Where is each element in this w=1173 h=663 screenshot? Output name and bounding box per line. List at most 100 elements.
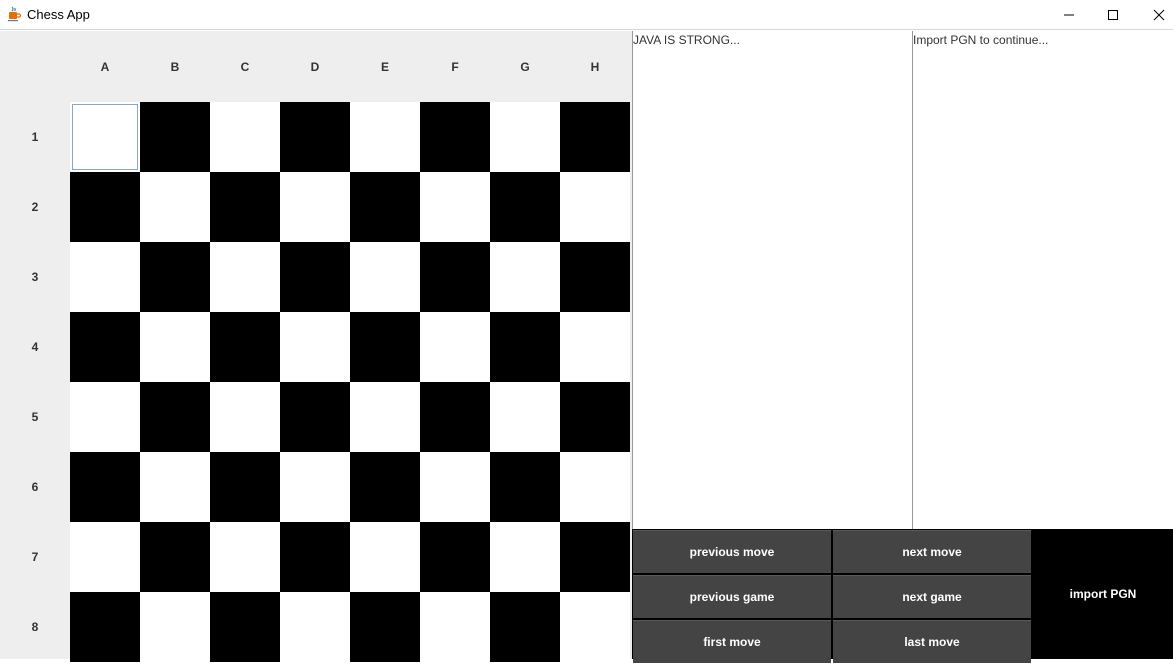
square-c3[interactable] bbox=[210, 242, 280, 312]
column-label-g: G bbox=[520, 59, 530, 74]
close-button[interactable] bbox=[1136, 0, 1173, 29]
maximize-button[interactable] bbox=[1090, 0, 1136, 29]
square-g2[interactable] bbox=[490, 172, 560, 242]
square-g6[interactable] bbox=[490, 452, 560, 522]
square-d5[interactable] bbox=[280, 382, 350, 452]
square-d1[interactable] bbox=[280, 102, 350, 172]
square-h7[interactable] bbox=[560, 522, 630, 592]
square-h2[interactable] bbox=[560, 172, 630, 242]
square-b2[interactable] bbox=[140, 172, 210, 242]
square-e4[interactable] bbox=[350, 312, 420, 382]
status-text: JAVA IS STRONG... bbox=[633, 33, 740, 47]
square-c5[interactable] bbox=[210, 382, 280, 452]
square-a7[interactable] bbox=[70, 522, 140, 592]
square-g1[interactable] bbox=[490, 102, 560, 172]
square-f7[interactable] bbox=[420, 522, 490, 592]
square-f8[interactable] bbox=[420, 592, 490, 662]
square-f6[interactable] bbox=[420, 452, 490, 522]
chess-board-grid bbox=[70, 102, 630, 662]
first-move-button[interactable]: first move bbox=[633, 620, 831, 663]
square-f2[interactable] bbox=[420, 172, 490, 242]
square-c2[interactable] bbox=[210, 172, 280, 242]
column-label-d: D bbox=[310, 59, 320, 74]
square-d8[interactable] bbox=[280, 592, 350, 662]
square-f1[interactable] bbox=[420, 102, 490, 172]
chess-board-panel: A B C D E F G H 1 2 3 4 5 6 7 8 bbox=[0, 31, 632, 662]
previous-game-button[interactable]: previous game bbox=[633, 575, 831, 618]
row-label-2: 2 bbox=[31, 200, 39, 214]
square-d6[interactable] bbox=[280, 452, 350, 522]
pgn-status-text: Import PGN to continue... bbox=[913, 33, 1049, 47]
column-label-b: B bbox=[170, 59, 180, 74]
column-label-e: E bbox=[380, 59, 389, 74]
import-pgn-button[interactable]: import PGN bbox=[1033, 529, 1173, 659]
square-h3[interactable] bbox=[560, 242, 630, 312]
square-e3[interactable] bbox=[350, 242, 420, 312]
column-label-c: C bbox=[240, 59, 250, 74]
controls-panel: previous move next move previous game ne… bbox=[632, 529, 1173, 663]
square-e6[interactable] bbox=[350, 452, 420, 522]
square-f3[interactable] bbox=[420, 242, 490, 312]
column-label-h: H bbox=[590, 59, 600, 74]
square-e8[interactable] bbox=[350, 592, 420, 662]
square-g5[interactable] bbox=[490, 382, 560, 452]
square-b1[interactable] bbox=[140, 102, 210, 172]
square-h4[interactable] bbox=[560, 312, 630, 382]
previous-move-button[interactable]: previous move bbox=[633, 530, 831, 573]
square-g4[interactable] bbox=[490, 312, 560, 382]
square-e7[interactable] bbox=[350, 522, 420, 592]
square-b3[interactable] bbox=[140, 242, 210, 312]
square-a2[interactable] bbox=[70, 172, 140, 242]
square-c7[interactable] bbox=[210, 522, 280, 592]
square-g7[interactable] bbox=[490, 522, 560, 592]
square-g8[interactable] bbox=[490, 592, 560, 662]
square-e5[interactable] bbox=[350, 382, 420, 452]
square-f5[interactable] bbox=[420, 382, 490, 452]
square-b4[interactable] bbox=[140, 312, 210, 382]
row-label-3: 3 bbox=[31, 270, 39, 284]
last-move-button[interactable]: last move bbox=[833, 620, 1031, 663]
square-b5[interactable] bbox=[140, 382, 210, 452]
minimize-button[interactable] bbox=[1046, 0, 1092, 29]
row-label-8: 8 bbox=[31, 620, 39, 634]
square-a6[interactable] bbox=[70, 452, 140, 522]
minimize-icon bbox=[1064, 14, 1074, 15]
square-a5[interactable] bbox=[70, 382, 140, 452]
title-bar: Chess App bbox=[0, 0, 1173, 30]
square-c6[interactable] bbox=[210, 452, 280, 522]
row-label-6: 6 bbox=[31, 480, 39, 494]
square-a4[interactable] bbox=[70, 312, 140, 382]
square-c1[interactable] bbox=[210, 102, 280, 172]
next-move-button[interactable]: next move bbox=[833, 530, 1031, 573]
square-e2[interactable] bbox=[350, 172, 420, 242]
close-icon bbox=[1153, 9, 1165, 20]
row-label-1: 1 bbox=[31, 130, 39, 144]
next-game-button[interactable]: next game bbox=[833, 575, 1031, 618]
square-f4[interactable] bbox=[420, 312, 490, 382]
square-d3[interactable] bbox=[280, 242, 350, 312]
square-h8[interactable] bbox=[560, 592, 630, 662]
square-d2[interactable] bbox=[280, 172, 350, 242]
square-a3[interactable] bbox=[70, 242, 140, 312]
java-cup-icon bbox=[6, 6, 22, 22]
row-label-5: 5 bbox=[31, 410, 39, 424]
square-d7[interactable] bbox=[280, 522, 350, 592]
row-label-7: 7 bbox=[31, 550, 39, 564]
square-b6[interactable] bbox=[140, 452, 210, 522]
square-d4[interactable] bbox=[280, 312, 350, 382]
square-h6[interactable] bbox=[560, 452, 630, 522]
square-c8[interactable] bbox=[210, 592, 280, 662]
square-b7[interactable] bbox=[140, 522, 210, 592]
square-h5[interactable] bbox=[560, 382, 630, 452]
window-title: Chess App bbox=[27, 7, 90, 22]
square-a1[interactable] bbox=[70, 102, 140, 172]
square-a8[interactable] bbox=[70, 592, 140, 662]
row-label-4: 4 bbox=[31, 340, 39, 354]
square-g3[interactable] bbox=[490, 242, 560, 312]
square-h1[interactable] bbox=[560, 102, 630, 172]
square-c4[interactable] bbox=[210, 312, 280, 382]
square-b8[interactable] bbox=[140, 592, 210, 662]
info-pane-left: JAVA IS STRONG... bbox=[632, 31, 913, 529]
column-label-f: F bbox=[451, 59, 459, 74]
square-e1[interactable] bbox=[350, 102, 420, 172]
